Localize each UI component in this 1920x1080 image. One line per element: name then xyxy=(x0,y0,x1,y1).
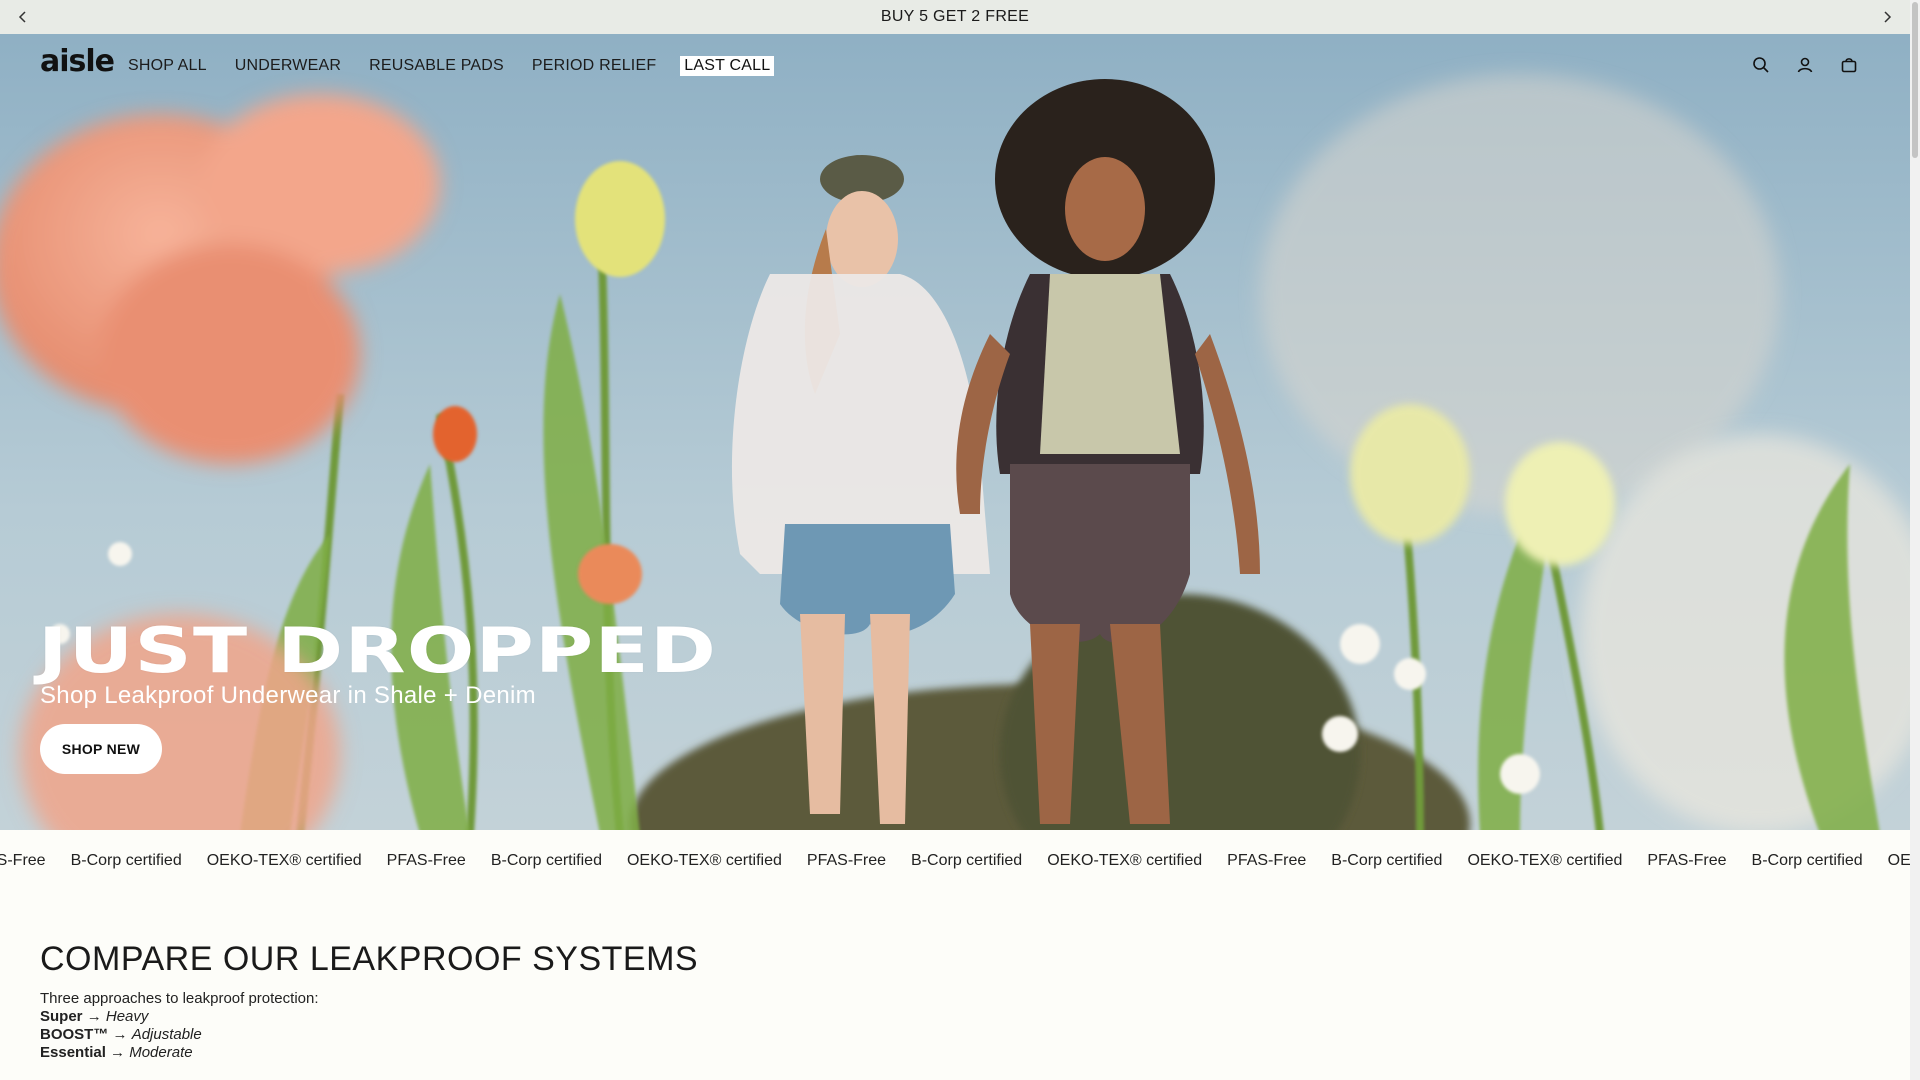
main-nav: aisle SHOP ALL UNDERWEAR REUSABLE PADS P… xyxy=(0,34,1910,96)
system-boost: BOOST™ → Adjustable xyxy=(40,1026,202,1043)
compare-title: COMPARE OUR LEAKPROOF SYSTEMS xyxy=(40,940,699,978)
system-level: Heavy xyxy=(105,1008,149,1025)
arrow: → xyxy=(110,1044,126,1061)
certifications-marquee: AS-Free B-Corp certified OEKO-TEX® certi… xyxy=(0,830,1910,894)
marquee-item: PFAS-Free xyxy=(1227,852,1307,869)
hero-subtitle: Shop Leakproof Underwear in Shale + Deni… xyxy=(40,682,536,709)
marquee-item: B-Corp certified xyxy=(70,852,182,869)
marquee-item: OEKO-TEX® xyxy=(1887,852,1910,869)
system-level: Adjustable xyxy=(131,1026,202,1043)
scrollbar[interactable] xyxy=(1910,0,1920,1080)
hero-image xyxy=(0,74,1910,830)
announcement-text[interactable]: BUY 5 GET 2 FREE xyxy=(881,8,1029,26)
announcement-bar: BUY 5 GET 2 FREE xyxy=(0,0,1910,34)
nav-item-reusable-pads[interactable]: REUSABLE PADS xyxy=(365,56,508,76)
scrollbar-thumb[interactable] xyxy=(1912,2,1918,158)
marquee-item: OEKO-TEX® certified xyxy=(1467,852,1623,869)
marquee-item: PFAS-Free xyxy=(806,852,887,869)
shop-new-button[interactable]: SHOP NEW xyxy=(40,724,162,774)
nav-item-shop-all[interactable]: SHOP ALL xyxy=(124,56,211,76)
nav-item-last-call[interactable]: LAST CALL xyxy=(680,56,775,76)
nav-item-underwear[interactable]: UNDERWEAR xyxy=(231,56,345,76)
marquee-item: B-Corp certified xyxy=(490,852,602,869)
nav-item-period-relief[interactable]: PERIOD RELIEF xyxy=(528,56,660,76)
marquee-track: AS-Free B-Corp certified OEKO-TEX® certi… xyxy=(0,852,1910,870)
marquee-item: B-Corp certified xyxy=(1751,852,1863,869)
arrow: → xyxy=(86,1008,102,1025)
system-essential: Essential → Moderate xyxy=(40,1044,193,1061)
marquee-item: B-Corp certified xyxy=(911,852,1023,869)
compare-intro: Three approaches to leakproof protection… xyxy=(40,990,319,1007)
marquee-item: OEKO-TEX® certified xyxy=(626,852,782,869)
account-icon[interactable] xyxy=(1794,54,1816,76)
marquee-item: AS-Free xyxy=(0,852,46,869)
hero-banner[interactable]: aisle SHOP ALL UNDERWEAR REUSABLE PADS P… xyxy=(0,34,1910,830)
nav-icons xyxy=(1750,54,1860,76)
search-icon[interactable] xyxy=(1750,54,1772,76)
system-name: Super xyxy=(40,1008,83,1025)
marquee-item: B-Corp certified xyxy=(1331,852,1443,869)
system-name: BOOST™ xyxy=(40,1026,109,1043)
marquee-item: OEKO-TEX® certified xyxy=(206,852,362,869)
hero-title: JUST DROPPED xyxy=(38,614,718,687)
marquee-item: OEKO-TEX® certified xyxy=(1047,852,1203,869)
chevron-right-icon[interactable] xyxy=(1870,0,1904,34)
bag-icon[interactable] xyxy=(1838,54,1860,76)
system-super: Super → Heavy xyxy=(40,1008,148,1025)
arrow: → xyxy=(112,1026,128,1043)
marquee-item: PFAS-Free xyxy=(1647,852,1727,869)
system-level: Moderate xyxy=(129,1044,193,1061)
logo[interactable]: aisle xyxy=(40,44,115,79)
system-name: Essential xyxy=(40,1044,106,1061)
marquee-item: PFAS-Free xyxy=(386,852,466,869)
nav-menu: SHOP ALL UNDERWEAR REUSABLE PADS PERIOD … xyxy=(124,56,775,76)
chevron-left-icon[interactable] xyxy=(6,0,40,34)
